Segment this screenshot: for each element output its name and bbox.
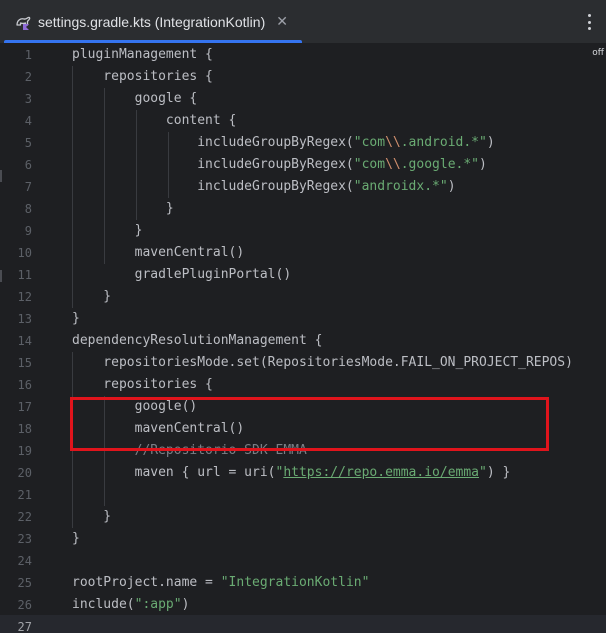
code-line: pluginManagement { xyxy=(72,47,213,62)
line-number: 4 xyxy=(24,114,32,128)
line-number: 14 xyxy=(17,334,32,348)
current-line-highlight xyxy=(0,615,606,633)
line-number: 13 xyxy=(17,312,32,326)
code-line: includeGroupByRegex("com\\.google.*") xyxy=(72,157,487,172)
line-number: 16 xyxy=(17,378,32,392)
line-number-current: 27 xyxy=(17,620,32,633)
code-line: mavenCentral() xyxy=(72,245,245,260)
code-line: includeGroupByRegex("com\\.android.*") xyxy=(72,135,495,150)
code-line: rootProject.name = "IntegrationKotlin" xyxy=(72,575,370,590)
line-number: 10 xyxy=(17,246,32,260)
line-number: 20 xyxy=(17,466,32,480)
line-number: 26 xyxy=(17,598,32,612)
line-number: 7 xyxy=(24,180,32,194)
code-line: repositories { xyxy=(72,69,213,84)
line-number: 25 xyxy=(17,576,32,590)
code-line: } xyxy=(72,509,112,524)
line-number: 9 xyxy=(24,224,32,238)
code-line: google { xyxy=(72,91,198,106)
gradle-kotlin-file-icon xyxy=(16,16,31,30)
tab-settings-gradle-kts[interactable]: settings.gradle.kts (IntegrationKotlin) … xyxy=(4,0,302,44)
code-line: repositoriesMode.set(RepositoriesMode.FA… xyxy=(72,355,573,370)
code-line: dependencyResolutionManagement { xyxy=(72,333,323,348)
editor-tab-bar: settings.gradle.kts (IntegrationKotlin) … xyxy=(0,0,606,44)
code-line: repositories { xyxy=(72,377,213,392)
line-number: 8 xyxy=(24,202,32,216)
code-line: includeGroupByRegex("androidx.*") xyxy=(72,179,456,194)
editor-window: settings.gradle.kts (IntegrationKotlin) … xyxy=(0,0,606,633)
code-line: } xyxy=(72,531,80,546)
line-number: 15 xyxy=(17,356,32,370)
code-line: gradlePluginPortal() xyxy=(72,267,292,282)
line-number: 3 xyxy=(24,92,32,106)
line-number: 22 xyxy=(17,510,32,524)
line-number: 11 xyxy=(17,268,32,282)
line-number: 23 xyxy=(17,532,32,546)
code-line: } xyxy=(72,223,143,238)
line-number: 6 xyxy=(24,158,32,172)
line-number: 19 xyxy=(17,444,32,458)
inspection-status-badge[interactable]: off xyxy=(592,48,604,58)
repository-url-link[interactable]: https://repo.emma.io/emma xyxy=(283,465,479,480)
code-line: } xyxy=(72,201,174,216)
line-number: 2 xyxy=(24,70,32,84)
code-line: maven { url = uri("https://repo.emma.io/… xyxy=(72,465,511,480)
more-vertical-icon[interactable] xyxy=(584,12,594,32)
line-number: 17 xyxy=(17,400,32,414)
line-number: 24 xyxy=(17,554,32,568)
line-number: 18 xyxy=(17,422,32,436)
code-line: } xyxy=(72,289,112,304)
line-number: 5 xyxy=(24,136,32,150)
tab-title: settings.gradle.kts (IntegrationKotlin) xyxy=(38,14,266,30)
line-number: 1 xyxy=(24,48,32,62)
close-icon[interactable]: ✕ xyxy=(276,15,288,29)
line-number: 21 xyxy=(17,488,32,502)
line-number-gutter[interactable]: 1 2 3 4 5 6 7 8 9 10 11 12 13 14 15 16 1… xyxy=(0,44,58,633)
line-number: 12 xyxy=(17,290,32,304)
annotation-highlight-box xyxy=(70,397,549,451)
code-line: content { xyxy=(72,113,237,128)
code-editor[interactable]: 1 2 3 4 5 6 7 8 9 10 11 12 13 14 15 16 1… xyxy=(0,44,606,633)
code-line: } xyxy=(72,311,80,326)
active-tab-indicator xyxy=(4,40,302,43)
code-line: include(":app") xyxy=(72,597,190,612)
